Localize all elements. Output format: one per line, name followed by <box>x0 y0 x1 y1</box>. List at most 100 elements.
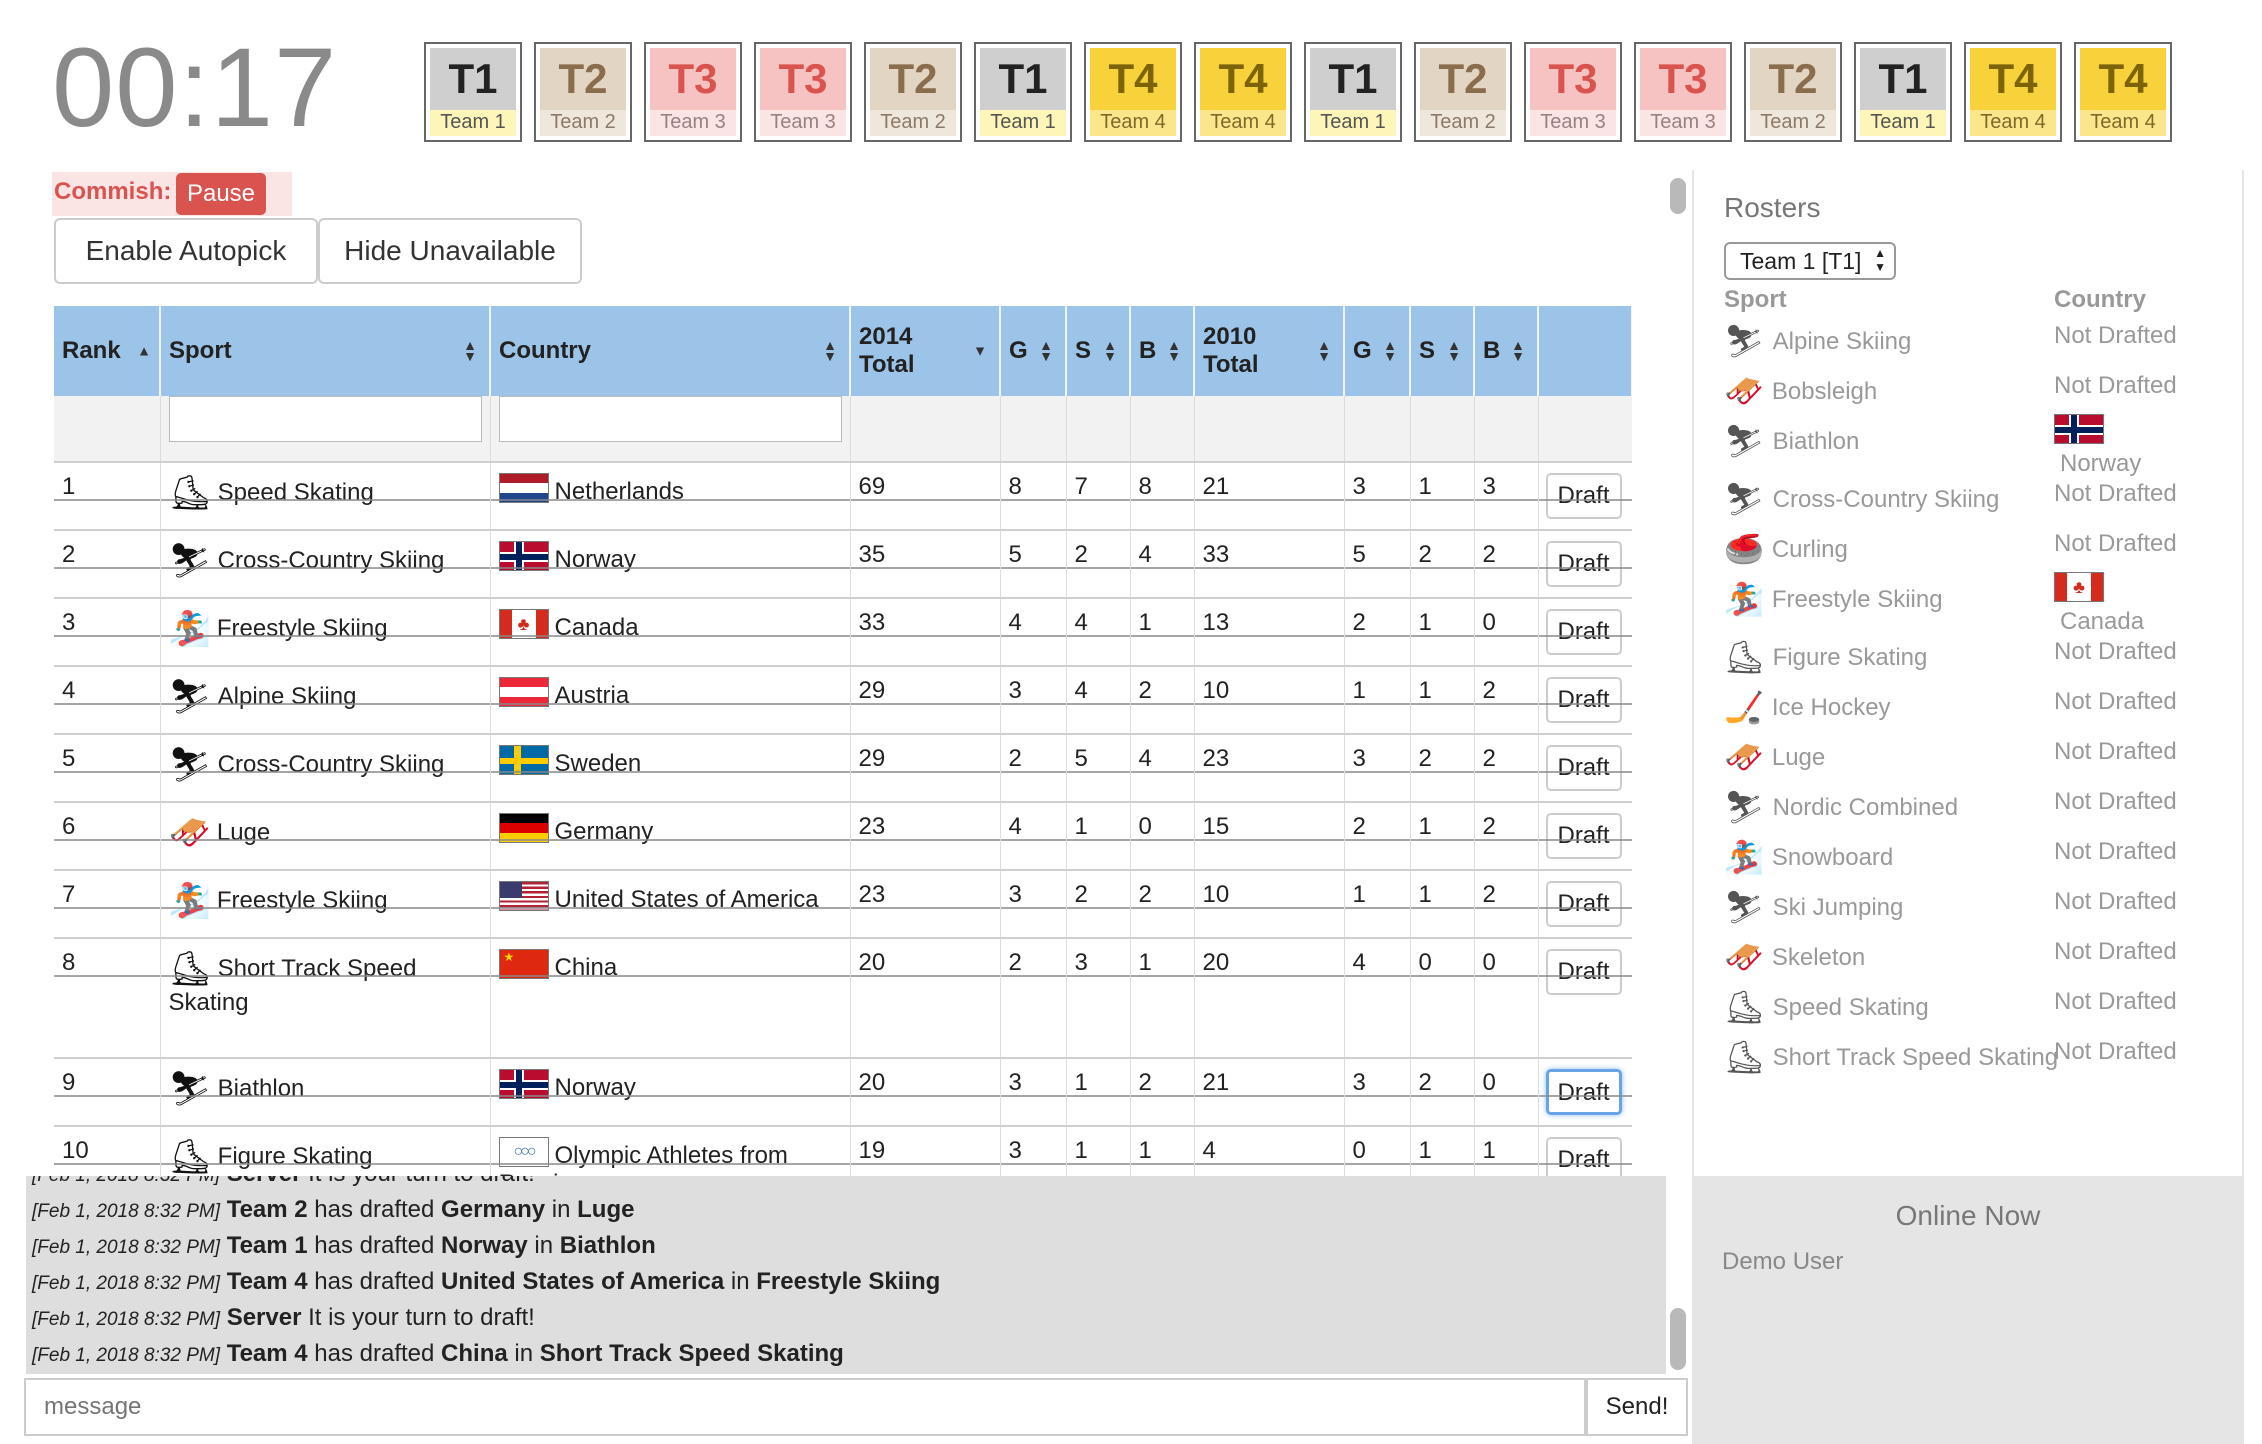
chat-text: China <box>441 1340 508 1367</box>
table-scrollbar[interactable] <box>1670 178 1686 214</box>
chat-message: [Feb 1, 2018 8:32 PM] Server It is your … <box>26 1300 1666 1336</box>
country-flag-icon: ○○○ <box>498 1137 549 1167</box>
chat-timestamp: [Feb 1, 2018 8:32 PM] <box>32 1345 221 1366</box>
draft-pick-slot: T1 Team 1 <box>424 42 522 142</box>
col-2014-s[interactable]: S ▲ ▼ <box>1066 306 1131 396</box>
bronze-2010-cell: 0 <box>1482 609 1496 636</box>
pick-team-name: Team 1 <box>440 111 506 133</box>
roster-row: 🏂 Freestyle Skiing ♣ Canada <box>1724 572 2244 635</box>
roster-row: 🏒 Ice Hockey Not Drafted <box>1724 688 2244 726</box>
sort-icon: ▲ ▼ <box>1317 337 1331 364</box>
col-sport[interactable]: Sport ▲ ▼ <box>160 306 491 396</box>
pause-button[interactable]: Pause <box>176 173 266 215</box>
col-2010-s[interactable]: S ▲ ▼ <box>1410 306 1475 396</box>
col-2010-total[interactable]: 2010 Total ▲ ▼ <box>1194 306 1345 396</box>
roster-sport: Luge <box>1771 744 1826 771</box>
draft-button[interactable]: Draft <box>1545 473 1622 519</box>
pick-team-code: T3 <box>1530 48 1616 110</box>
roster-status: Not Drafted <box>2054 738 2177 765</box>
draft-button[interactable]: Draft <box>1545 813 1622 859</box>
table-row: 10 ⛸ Figure Skating ○○○ Olympic Athletes fro… <box>54 1126 1632 1176</box>
roster-sport: Cross-Country Skiing <box>1772 486 2000 513</box>
select-arrows-icon: ▲ ▼ <box>1874 246 1886 274</box>
roster-row: ⛷ Cross-Country Skiing Not Drafted <box>1724 480 2244 518</box>
draft-button[interactable]: Draft <box>1545 677 1622 723</box>
draft-button[interactable]: Draft <box>1545 949 1622 995</box>
silver-2014-cell: 5 <box>1074 745 1088 772</box>
silver-2014-cell: 4 <box>1074 677 1088 704</box>
chat-text: It is your turn to draft! <box>301 1304 535 1331</box>
sport-icon: 🏂 <box>1724 581 1764 617</box>
sport-cell: Speed Skating <box>217 479 374 506</box>
team-select[interactable]: Team 1 [T1] ▲ ▼ <box>1724 242 1896 280</box>
total-2014-cell: 35 <box>858 541 886 568</box>
send-button[interactable]: Send! <box>1586 1378 1688 1436</box>
roster-status: Not Drafted <box>2054 530 2177 557</box>
draft-button[interactable]: Draft <box>1545 541 1622 587</box>
roster-row: ⛷ Nordic Combined Not Drafted <box>1724 788 2244 826</box>
sport-filter-input[interactable] <box>168 396 482 442</box>
roster-country: Norway <box>2060 450 2142 477</box>
draft-pick-slot: T4 Team 4 <box>1194 42 1292 142</box>
rosters-title: Rosters <box>1724 192 1821 223</box>
total-2010-cell: 21 <box>1202 473 1230 500</box>
sort-desc-icon: ▼ <box>973 342 987 359</box>
table-row: 3 🏂 Freestyle Skiing ♣ Canada 33 4 4 1 13 2 1 0 Draft <box>54 598 1632 667</box>
roster-sport: Figure Skating <box>1772 644 1928 671</box>
gold-2014-cell: 4 <box>1008 609 1022 636</box>
roster-sport: Short Track Speed Skating <box>1772 1044 2059 1071</box>
sport-icon: ⛷ <box>1724 323 1765 359</box>
col-country[interactable]: Country ▲ ▼ <box>490 306 851 396</box>
draft-button[interactable]: Draft <box>1545 1069 1622 1115</box>
sort-icon: ▲ ▼ <box>1511 337 1525 364</box>
pick-team-name: Team 1 <box>990 111 1056 133</box>
roster-sport: Snowboard <box>1771 844 1894 871</box>
col-2010-b[interactable]: B ▲ ▼ <box>1474 306 1539 396</box>
col-rank[interactable]: Rank ▲ <box>54 306 161 396</box>
sport-icon: ⛸ <box>1724 989 1765 1025</box>
roster-status: Not Drafted <box>2054 888 2177 915</box>
rank-cell: 10 <box>62 1137 89 1164</box>
rosters-panel: Rosters Team 1 [T1] ▲ ▼ Sport Country ⛷ Al… <box>1692 170 2244 1176</box>
sport-icon: ⛷ <box>168 542 212 580</box>
bronze-2014-cell: 2 <box>1138 1069 1152 1096</box>
draft-button[interactable]: Draft <box>1545 881 1622 927</box>
sport-icon: 🛷 <box>1724 739 1764 775</box>
draft-button[interactable]: Draft <box>1545 609 1622 655</box>
sport-icon: ⛷ <box>1724 423 1765 459</box>
col-2014-g[interactable]: G ▲ ▼ <box>1000 306 1067 396</box>
table-row: 2 ⛷ Cross-Country Skiing Norway 35 5 2 4 33 5 2 2 Dr… <box>54 530 1632 599</box>
total-2010-cell: 21 <box>1202 1069 1230 1096</box>
pick-team-name: Team 2 <box>1760 111 1826 133</box>
col-2014-total[interactable]: 2014 Total ▼ <box>850 306 1001 396</box>
sort-icon: ▲ ▼ <box>1167 337 1181 364</box>
rank-cell: 6 <box>62 813 76 840</box>
draft-button[interactable]: Draft <box>1545 745 1622 791</box>
roster-row: 🛷 Luge Not Drafted <box>1724 738 2244 776</box>
gold-2014-cell: 8 <box>1008 473 1022 500</box>
gold-2014-cell: 2 <box>1008 745 1022 772</box>
hide-unavailable-button[interactable]: Hide Unavailable <box>318 218 582 284</box>
country-cell: Austria <box>554 682 630 709</box>
bronze-2010-cell: 0 <box>1482 1069 1496 1096</box>
bronze-2014-cell: 1 <box>1138 949 1152 976</box>
sport-cell: Freestyle Skiing <box>216 887 388 914</box>
gold-2014-cell: 3 <box>1008 881 1022 908</box>
col-2010-g[interactable]: G ▲ ▼ <box>1344 306 1411 396</box>
chat-scrollbar[interactable] <box>1670 1308 1686 1370</box>
country-filter-input[interactable] <box>498 396 842 442</box>
draft-button[interactable]: Draft <box>1545 1137 1622 1176</box>
silver-2014-cell: 2 <box>1074 881 1088 908</box>
roster-row: ⛸ Short Track Speed Skating Not Drafted <box>1724 1038 2244 1076</box>
chat-message: [Feb 1, 2018 8:32 PM] Team 4 has drafted… <box>26 1264 1666 1300</box>
total-2010-cell: 20 <box>1202 949 1230 976</box>
pick-team-name: Team 3 <box>1540 111 1606 133</box>
total-2010-cell: 10 <box>1202 677 1230 704</box>
col-2014-b[interactable]: B ▲ ▼ <box>1130 306 1195 396</box>
pick-team-name: Team 4 <box>2090 111 2156 133</box>
gold-2014-cell: 5 <box>1008 541 1022 568</box>
message-input[interactable] <box>24 1378 1586 1436</box>
col-action <box>1538 306 1632 396</box>
enable-autopick-button[interactable]: Enable Autopick <box>54 218 318 284</box>
silver-2010-cell: 2 <box>1418 1069 1432 1096</box>
